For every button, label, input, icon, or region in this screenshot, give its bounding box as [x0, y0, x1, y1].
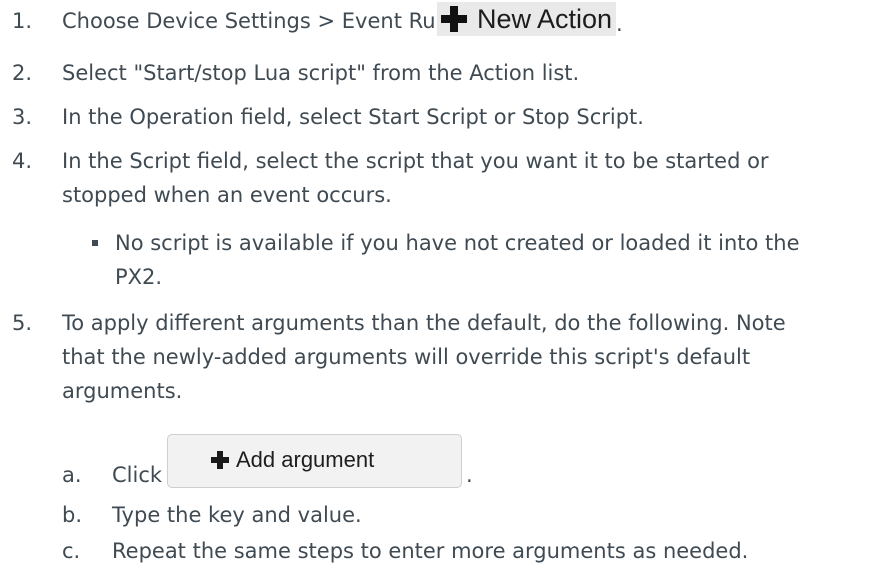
- step-1-period: .: [616, 12, 623, 36]
- step-text-line-2: stopped when an event occurs.: [62, 183, 392, 207]
- step-text-line-1: To apply different arguments than the de…: [62, 311, 786, 335]
- step-number: 1.: [12, 9, 33, 33]
- step-text-line-3: arguments.: [62, 379, 183, 403]
- add-argument-label: Add argument: [236, 447, 375, 472]
- substep-text: Click: [112, 463, 163, 487]
- substep-letter: b.: [62, 503, 83, 527]
- new-action-button[interactable]: New Action: [437, 2, 617, 36]
- instructions-page: 1. Choose Device Settings > Event Rules …: [0, 0, 874, 571]
- bullet-text-line-1: No script is available if you have not c…: [115, 231, 800, 255]
- substep-a-period: .: [466, 463, 473, 487]
- substep-letter: c.: [62, 539, 81, 563]
- step-number: 4.: [12, 149, 33, 173]
- bullet-text-line-2: PX2.: [115, 265, 163, 289]
- step-text: Choose Device Settings > Event Rules >: [62, 9, 490, 33]
- bullet-square-icon: [92, 240, 98, 246]
- plus-icon: [441, 6, 467, 32]
- step-text-line-2: that the newly-added arguments will over…: [62, 345, 751, 369]
- step-number: 3.: [12, 105, 33, 129]
- step-text: In the Operation field, select Start Scr…: [62, 105, 644, 129]
- add-argument-button[interactable]: Add argument: [167, 434, 462, 488]
- substep-letter: a.: [62, 463, 82, 487]
- substep-text: Repeat the same steps to enter more argu…: [112, 539, 749, 563]
- step-number: 5.: [12, 311, 33, 335]
- substep-text: Type the key and value.: [112, 503, 362, 527]
- new-action-label: New Action: [477, 3, 613, 34]
- step-text: Select "Start/stop Lua script" from the …: [62, 61, 580, 85]
- plus-icon: [211, 451, 229, 469]
- step-text-line-1: In the Script field, select the script t…: [62, 149, 769, 173]
- step-number: 2.: [12, 61, 33, 85]
